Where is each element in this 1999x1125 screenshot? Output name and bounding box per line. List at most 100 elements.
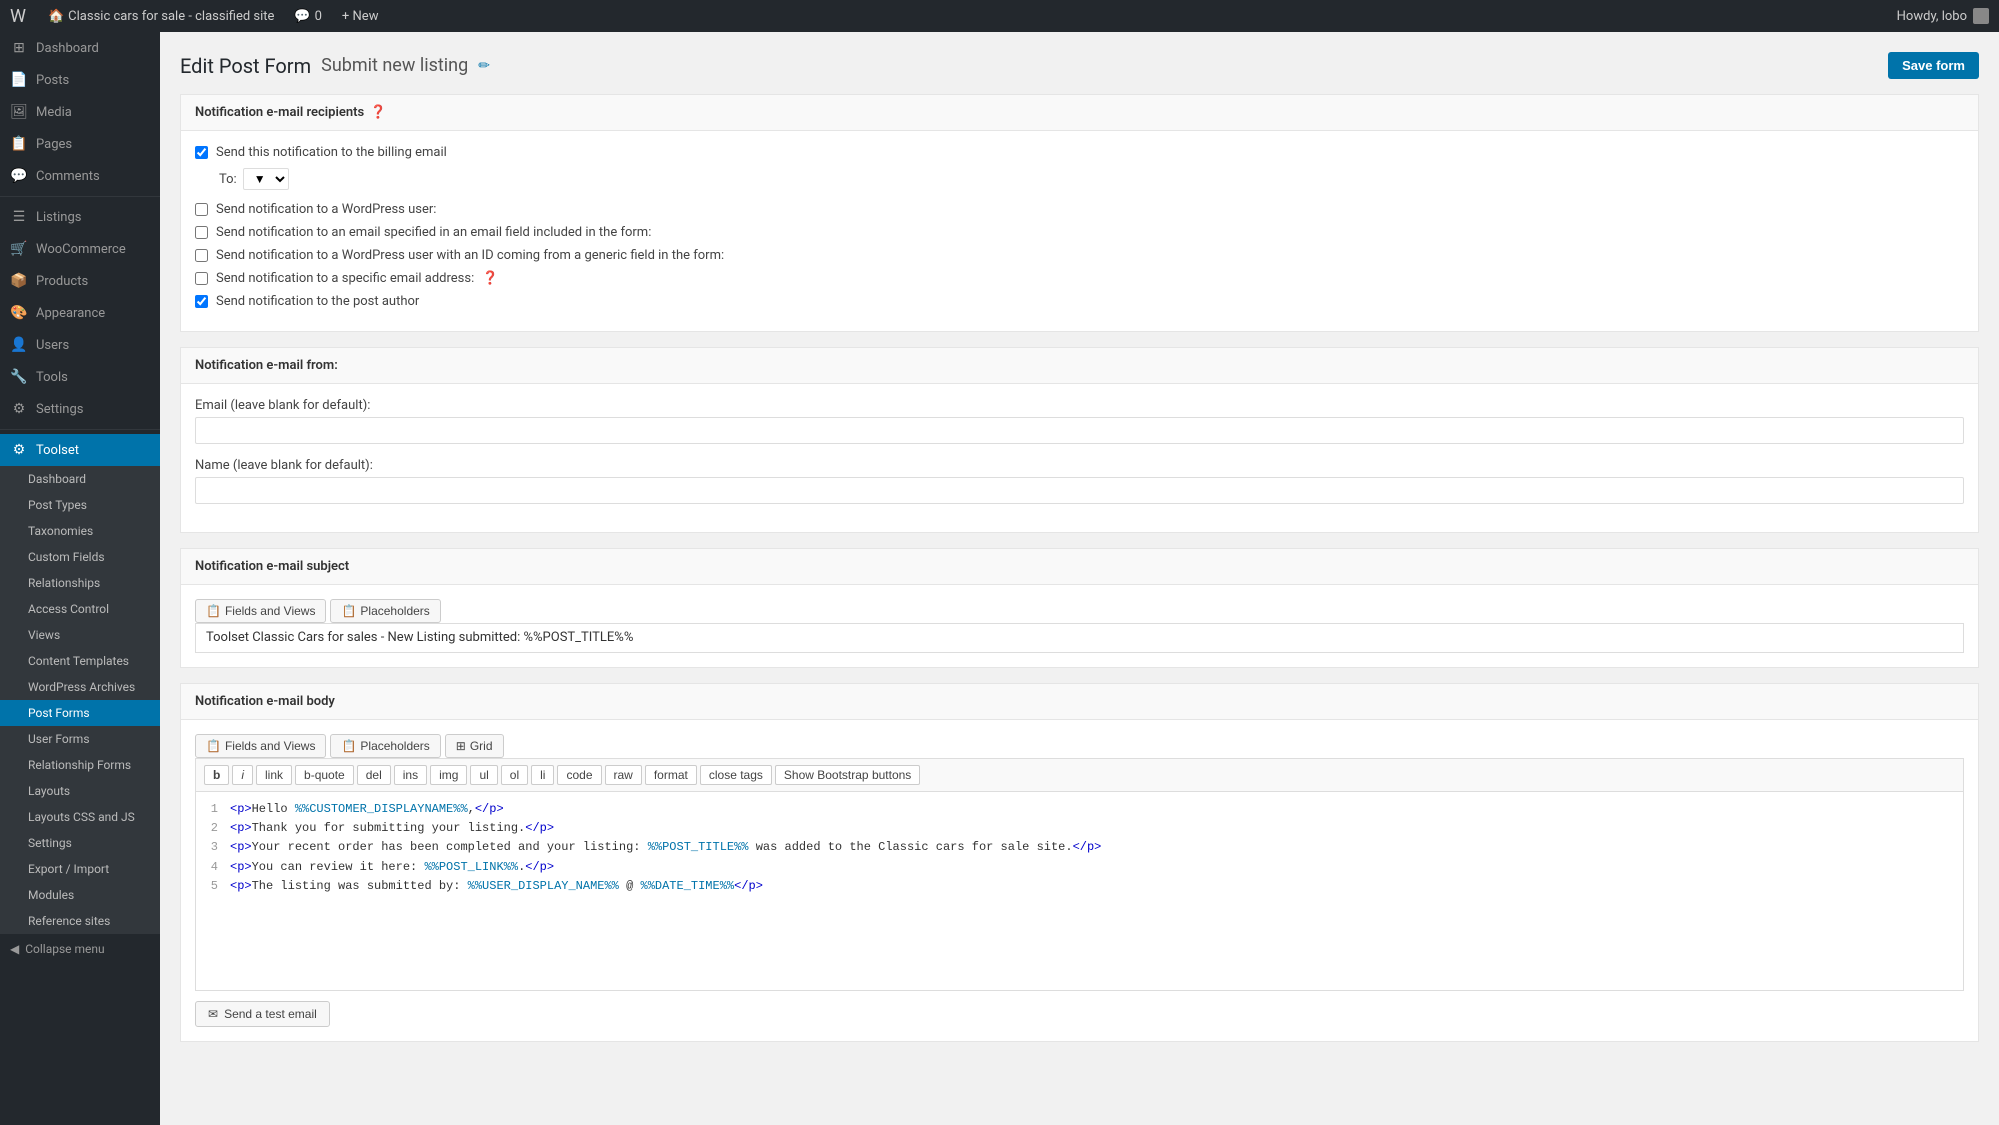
sidebar-item-woocommerce[interactable]: 🛒 WooCommerce [0,233,160,265]
name-field-input[interactable] [195,477,1964,504]
sub-settings[interactable]: Settings [0,830,160,856]
checkbox-email-field: Send notification to an email specified … [195,225,1964,240]
sub-post-forms[interactable]: Post Forms [0,700,160,726]
subject-toolbar-row: 📋 Fields and Views 📋 Placeholders [195,599,1964,623]
page-header: Edit Post Form Submit new listing ✏ Save… [180,52,1979,79]
name-field-row: Name (leave blank for default): [195,458,1964,504]
sidebar-item-pages[interactable]: 📋 Pages [0,128,160,160]
notification-recipients-header: Notification e-mail recipients ❓ [181,95,1978,131]
admin-bar: W 🏠 Classic cars for sale - classified s… [0,0,1999,32]
link-button[interactable]: link [256,765,292,785]
notification-from-card: Notification e-mail from: Email (leave b… [180,347,1979,533]
page-title-area: Edit Post Form Submit new listing ✏ [180,54,490,78]
placeholders-icon: 📋 [341,604,356,618]
raw-button[interactable]: raw [605,765,642,785]
checkbox-billing-input[interactable] [195,146,208,159]
subject-value[interactable]: Toolset Classic Cars for sales - New Lis… [195,623,1964,653]
collapse-menu-button[interactable]: ◀ Collapse menu [0,934,160,964]
subject-placeholders-button[interactable]: 📋 Placeholders [330,599,440,623]
sidebar-item-users[interactable]: 👤 Users [0,329,160,361]
sub-wordpress-archives[interactable]: WordPress Archives [0,674,160,700]
form-name: Submit new listing [321,55,468,76]
edit-pencil-icon[interactable]: ✏ [478,58,490,74]
sidebar-item-settings[interactable]: ⚙ Settings [0,393,160,425]
ul-button[interactable]: ul [470,765,497,785]
format-button[interactable]: format [645,765,697,785]
user-avatar [1973,8,1989,24]
italic-button[interactable]: i [232,765,253,785]
sub-layouts[interactable]: Layouts [0,778,160,804]
adminbar-comments[interactable]: 💬 0 [284,9,332,24]
email-field-input[interactable] [195,417,1964,444]
checkbox-billing: Send this notification to the billing em… [195,145,1964,160]
toolset-icon: ⚙ [10,442,28,458]
checkbox-email-field-input[interactable] [195,226,208,239]
body-code-editor[interactable]: 1 <p>Hello %%CUSTOMER_DISPLAYNAME%%,</p>… [195,791,1964,991]
sidebar-item-media[interactable]: 🖼 Media [0,96,160,128]
checkbox-wp-user-input[interactable] [195,203,208,216]
sub-content-templates[interactable]: Content Templates [0,648,160,674]
sidebar-item-comments[interactable]: 💬 Comments [0,160,160,192]
sidebar-item-products[interactable]: 📦 Products [0,265,160,297]
products-icon: 📦 [10,273,28,289]
checkbox-specific-email-input[interactable] [195,272,208,285]
adminbar-new[interactable]: + New [332,9,389,24]
sub-reference-sites[interactable]: Reference sites [0,908,160,934]
email-icon: ✉ [208,1007,218,1021]
b-quote-button[interactable]: b-quote [295,765,354,785]
sub-layouts-css[interactable]: Layouts CSS and JS [0,804,160,830]
sub-post-types[interactable]: Post Types [0,492,160,518]
sub-user-forms[interactable]: User Forms [0,726,160,752]
woocommerce-icon: 🛒 [10,241,28,257]
close-tags-button[interactable]: close tags [700,765,772,785]
del-button[interactable]: del [357,765,391,785]
sidebar-item-tools[interactable]: 🔧 Tools [0,361,160,393]
sub-custom-fields[interactable]: Custom Fields [0,544,160,570]
notification-body-header: Notification e-mail body [181,684,1978,720]
email-field-row: Email (leave blank for default): [195,398,1964,444]
sub-relationship-forms[interactable]: Relationship Forms [0,752,160,778]
save-form-button[interactable]: Save form [1888,52,1979,79]
body-placeholders-button[interactable]: 📋 Placeholders [330,734,440,758]
sub-access-control[interactable]: Access Control [0,596,160,622]
bold-button[interactable]: b [204,765,229,785]
checkbox-post-author-input[interactable] [195,295,208,308]
adminbar-site-link[interactable]: 🏠 Classic cars for sale - classified sit… [38,9,284,24]
to-dropdown[interactable]: ▼ [243,168,289,190]
sidebar-item-listings[interactable]: ☰ Listings [0,201,160,233]
sub-export-import[interactable]: Export / Import [0,856,160,882]
body-fields-views-icon: 📋 [206,739,221,753]
ol-button[interactable]: ol [501,765,528,785]
page-edit-label: Edit Post Form [180,54,311,78]
li-button[interactable]: li [531,765,554,785]
help-icon-specific-email[interactable]: ❓ [482,271,498,286]
appearance-icon: 🎨 [10,305,28,321]
ins-button[interactable]: ins [394,765,427,785]
sub-taxonomies[interactable]: Taxonomies [0,518,160,544]
checkbox-post-author: Send notification to the post author [195,294,1964,309]
notification-body-section: 📋 Fields and Views 📋 Placeholders ⊞ Grid… [181,720,1978,1041]
wp-logo[interactable]: W [10,6,26,27]
subject-fields-views-button[interactable]: 📋 Fields and Views [195,599,326,623]
sidebar-item-appearance[interactable]: 🎨 Appearance [0,297,160,329]
sidebar-item-posts[interactable]: 📄 Posts [0,64,160,96]
img-button[interactable]: img [430,765,467,785]
comments-icon: 💬 [10,168,28,184]
show-bootstrap-button[interactable]: Show Bootstrap buttons [775,765,920,785]
notification-subject-body: 📋 Fields and Views 📋 Placeholders Toolse… [181,585,1978,667]
code-button[interactable]: code [557,765,601,785]
checkbox-wp-id-input[interactable] [195,249,208,262]
body-grid-button[interactable]: ⊞ Grid [445,734,504,758]
send-test-email-button[interactable]: ✉ Send a test email [195,1001,330,1027]
body-fields-views-button[interactable]: 📋 Fields and Views [195,734,326,758]
wp-wrap: ⊞ Dashboard 📄 Posts 🖼 Media 📋 Pages 💬 Co… [0,32,1999,1125]
sidebar-item-dashboard[interactable]: ⊞ Dashboard [0,32,160,64]
help-icon-recipients[interactable]: ❓ [370,105,386,120]
sub-modules[interactable]: Modules [0,882,160,908]
sidebar-item-toolset[interactable]: ⚙ Toolset [0,434,160,466]
sub-dashboard[interactable]: Dashboard [0,466,160,492]
to-row: To: ▼ [219,168,1964,190]
sub-views[interactable]: Views [0,622,160,648]
sub-relationships[interactable]: Relationships [0,570,160,596]
pages-icon: 📋 [10,136,28,152]
